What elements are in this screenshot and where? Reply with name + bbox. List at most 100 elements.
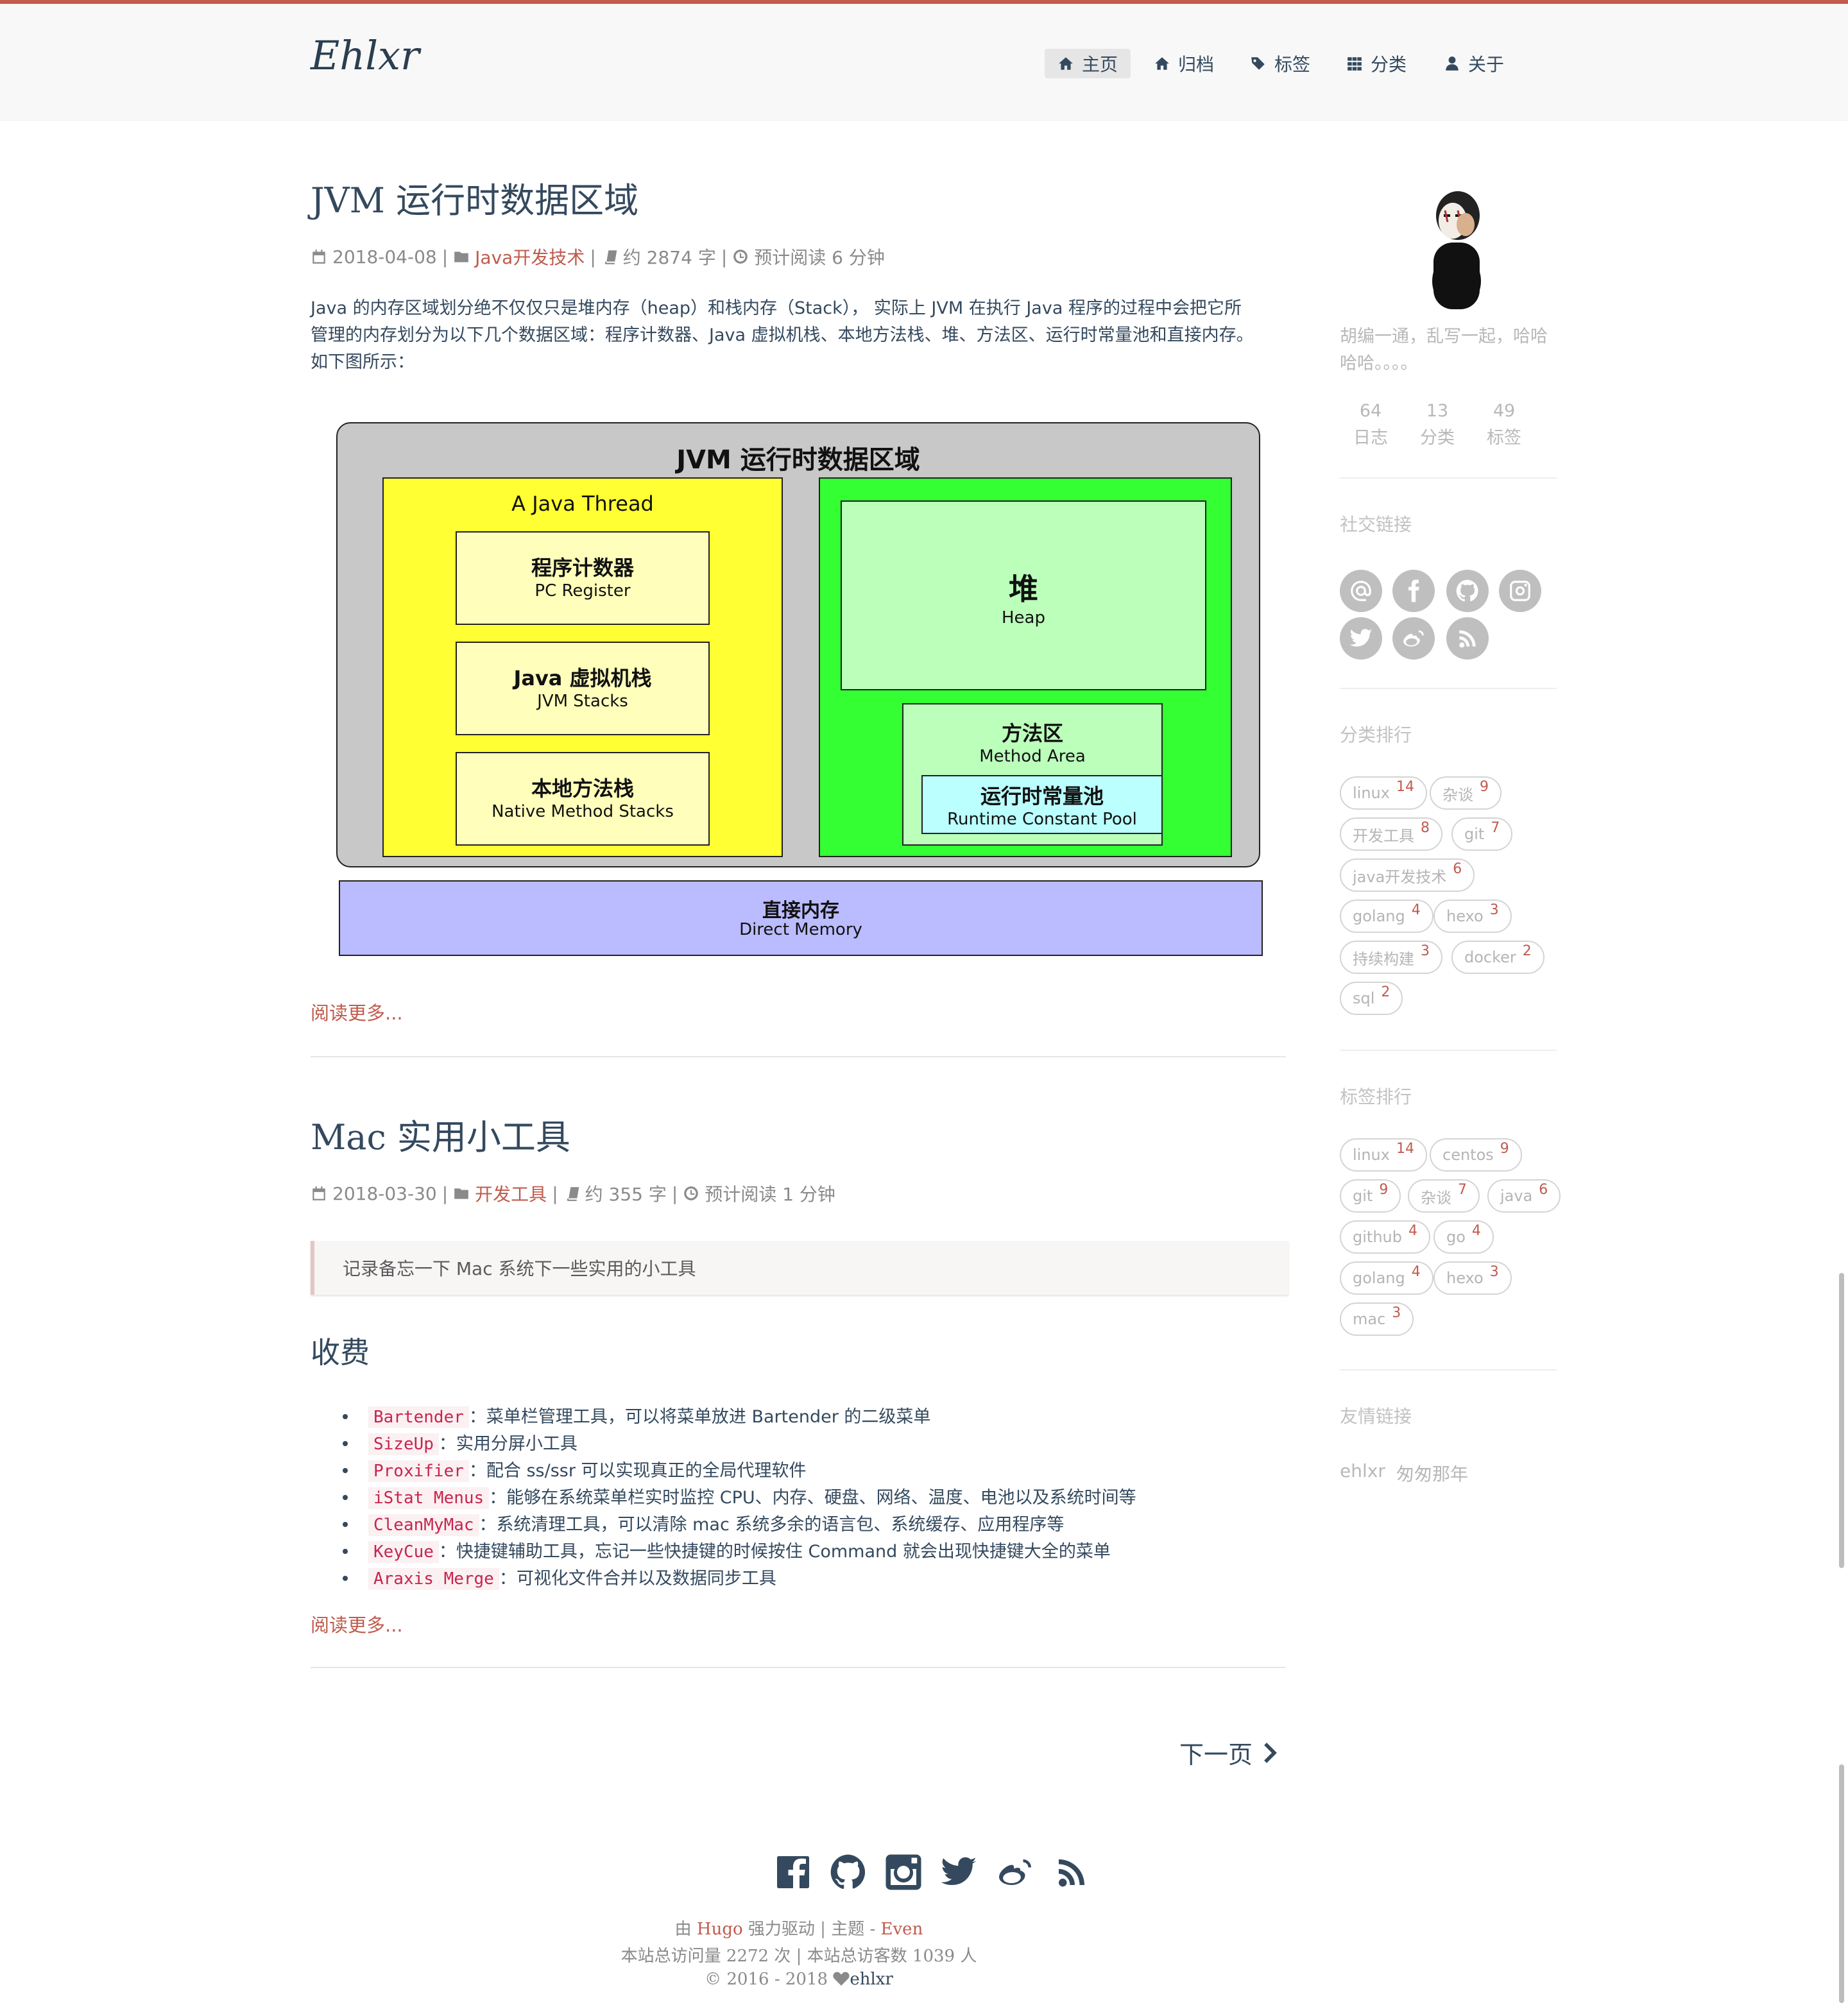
footer-visits: 本站总访问量 2272 次 | 本站总访客数 1039 人 (620, 1947, 977, 1966)
clock-icon (684, 1186, 699, 1200)
nav-about[interactable]: 关于 (1431, 49, 1517, 78)
facebook-icon[interactable] (774, 1853, 812, 1891)
method-area-en: Method Area (979, 747, 1086, 766)
scrollbar-thumb[interactable] (1839, 1273, 1844, 1568)
nav-archive-label: 归档 (1178, 54, 1215, 75)
jvm-stacks-box: Java 虚拟机栈 JVM Stacks (456, 642, 710, 735)
direct-memory-cn: 直接内存 (762, 900, 839, 922)
tag-chip[interactable]: java 6 (1487, 1179, 1561, 1213)
list-item: Araxis Merge ：可视化文件合并以及数据同步工具 (340, 1564, 1136, 1591)
post-blockquote: 记录备忘一下 Mac 系统下一些实用的小工具 (311, 1241, 1288, 1295)
category-tag[interactable]: 开发工具 8 (1340, 817, 1442, 851)
tag-chip[interactable]: 杂谈 7 (1408, 1179, 1480, 1213)
category-tag[interactable]: 持续构建 3 (1340, 941, 1442, 974)
category-tag[interactable]: 杂谈 9 (1430, 776, 1502, 810)
tool-desc: ：配合 ss/ssr 可以实现真正的全局代理软件 (468, 1461, 807, 1481)
tag-chip[interactable]: go 4 (1433, 1220, 1494, 1254)
constant-pool-cn: 运行时常量池 (980, 784, 1104, 808)
post-date: 2018-03-30 (332, 1182, 437, 1204)
nav-archive[interactable]: 归档 (1141, 49, 1227, 78)
post-category[interactable]: Java开发技术 (475, 244, 585, 269)
category-tag[interactable]: git 7 (1451, 817, 1513, 851)
native-stacks-en: Native Method Stacks (492, 802, 674, 821)
list-item: KeyCue ：快捷键辅助工具，忘记一些快捷键的时候按住 Command 就会出现… (340, 1537, 1136, 1564)
instagram-icon[interactable] (884, 1853, 923, 1891)
nav-categories-label: 分类 (1371, 54, 1407, 75)
site-logo[interactable]: Ehlxr (311, 32, 420, 79)
friend-link[interactable]: 匆匆那年 (1396, 1460, 1468, 1486)
post-read-time: 预计阅读 1 分钟 (705, 1184, 835, 1205)
read-more-link[interactable]: 阅读更多... (311, 998, 403, 1025)
category-tag[interactable]: golang 4 (1340, 900, 1433, 933)
category-tag[interactable]: sql 2 (1340, 982, 1403, 1015)
blockquote-text: 记录备忘一下 Mac 系统下一些实用的小工具 (343, 1258, 696, 1279)
categories-heading: 分类排行 (1340, 724, 1412, 746)
weibo-icon[interactable] (1392, 617, 1435, 660)
tag-chip[interactable]: centos 9 (1430, 1138, 1522, 1172)
stat-label: 标签 (1487, 428, 1521, 448)
list-item: CleanMyMac ：系统清理工具，可以清除 mac 系统多余的语言包、系统缓存… (340, 1510, 1136, 1537)
instagram-icon[interactable] (1499, 570, 1541, 612)
post-title[interactable]: Mac 实用小工具 (311, 1109, 570, 1159)
stat-categories[interactable]: 13 分类 (1412, 398, 1463, 452)
tool-name: SizeUp (368, 1433, 439, 1455)
post-divider (311, 1667, 1286, 1668)
github-icon[interactable] (1446, 570, 1489, 612)
nav-categories[interactable]: 分类 (1333, 49, 1419, 78)
list-item: iStat Menus ：能够在系统菜单栏实时监控 CPU、内存、硬盘、网络、温度… (340, 1483, 1136, 1510)
th-icon (1348, 57, 1362, 71)
sidebar-divider (1340, 477, 1557, 479)
category-tag[interactable]: linux 14 (1340, 776, 1427, 810)
stat-posts[interactable]: 64 日志 (1345, 398, 1396, 452)
github-icon[interactable] (829, 1853, 868, 1891)
native-stacks-cn: 本地方法栈 (531, 776, 634, 801)
tag-chip[interactable]: hexo 3 (1433, 1261, 1512, 1295)
avatar[interactable] (1399, 185, 1509, 311)
email-icon[interactable] (1340, 570, 1382, 612)
jvm-stacks-en: JVM Stacks (537, 692, 628, 711)
friend-link[interactable]: ehlxr (1340, 1460, 1385, 1481)
tag-chip[interactable]: golang 4 (1340, 1261, 1433, 1295)
home-icon (1059, 57, 1073, 70)
twitter-icon[interactable] (939, 1853, 978, 1891)
weibo-icon[interactable] (996, 1853, 1034, 1891)
friends-heading: 友情链接 (1340, 1406, 1412, 1427)
category-tag[interactable]: java开发技术 6 (1340, 858, 1475, 892)
tag-chip[interactable]: mac 3 (1340, 1302, 1414, 1336)
hugo-link[interactable]: Hugo (697, 1920, 743, 1939)
post-title[interactable]: JVM 运行时数据区域 (311, 172, 638, 223)
tool-name: Proxifier (368, 1460, 469, 1482)
pc-register-cn: 程序计数器 (531, 556, 634, 580)
facebook-icon[interactable] (1392, 570, 1435, 612)
tag-chip[interactable]: git 9 (1340, 1179, 1401, 1213)
clock-icon (733, 250, 748, 264)
read-more-link[interactable]: 阅读更多... (311, 1610, 403, 1637)
user-icon (1446, 56, 1459, 71)
nav-tags[interactable]: 标签 (1237, 49, 1323, 78)
tag-chip[interactable]: github 4 (1340, 1220, 1430, 1254)
rss-icon[interactable] (1052, 1853, 1091, 1891)
category-tag[interactable]: hexo 3 (1433, 900, 1512, 933)
tags-icon (1251, 57, 1265, 70)
scrollbar-thumb[interactable] (1839, 1764, 1844, 2003)
tag-chip[interactable]: linux 14 (1340, 1138, 1427, 1172)
stat-label: 日志 (1353, 428, 1388, 448)
book-icon (567, 1187, 579, 1201)
theme-link[interactable]: Even (881, 1920, 923, 1939)
next-page-link[interactable]: 下一页 (1179, 1735, 1282, 1770)
nav-home[interactable]: 主页 (1045, 49, 1131, 78)
author-link[interactable]: ehlxr (850, 1970, 893, 1989)
rss-icon[interactable] (1446, 617, 1489, 660)
diagram-title: JVM 运行时数据区域 (676, 445, 920, 475)
summary-line: Java 的内存区域划分绝不仅仅只是堆内存（heap）和栈内存（Stack）， … (311, 298, 1242, 318)
sidebar-divider (1340, 688, 1557, 689)
jvm-stacks-cn: Java 虚拟机栈 (513, 666, 652, 690)
tool-name: iStat Menus (368, 1487, 490, 1509)
book-icon (604, 250, 617, 264)
category-tag[interactable]: docker 2 (1451, 941, 1544, 974)
method-area-cn: 方法区 (1001, 721, 1063, 746)
post-category[interactable]: 开发工具 (475, 1181, 547, 1206)
twitter-icon[interactable] (1340, 617, 1382, 660)
thread-label: A Java Thread (511, 491, 654, 516)
stat-tags[interactable]: 49 标签 (1478, 398, 1530, 452)
